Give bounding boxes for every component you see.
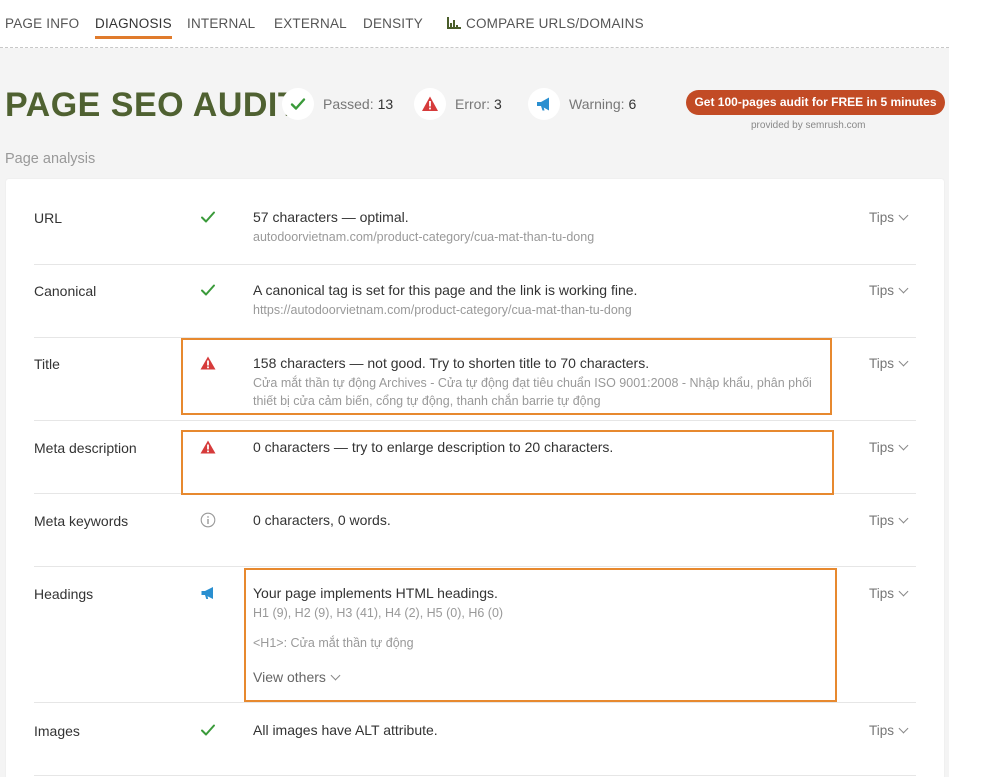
row-label: Meta keywords	[34, 513, 129, 529]
row-main-text: 0 characters — try to enlarge descriptio…	[253, 439, 614, 455]
chevron-down-icon	[898, 283, 909, 294]
tab-external[interactable]: EXTERNAL	[274, 16, 347, 31]
chevron-down-icon	[898, 440, 909, 451]
row-main-text: Your page implements HTML headings.	[253, 585, 498, 601]
page-title: PAGE SEO AUDIT	[5, 86, 300, 124]
chevron-down-icon	[898, 723, 909, 734]
analysis-row-meta-keywords: Meta keywords 0 characters, 0 words. Tip…	[34, 493, 916, 566]
analysis-row-headings: Headings Your page implements HTML headi…	[34, 566, 916, 702]
tips-toggle[interactable]: Tips	[869, 440, 909, 455]
row-main-text: A canonical tag is set for this page and…	[253, 282, 638, 298]
row-sub-text: thiết bị cửa cảm biến, cổng tự động, tha…	[253, 394, 601, 408]
warning-count: 6	[628, 96, 637, 112]
row-main-text: 57 characters — optimal.	[253, 209, 409, 225]
row-sub-text: H1 (9), H2 (9), H3 (41), H4 (2), H5 (0),…	[253, 606, 504, 620]
passed-stat-icon	[282, 88, 314, 120]
tips-toggle[interactable]: Tips	[869, 210, 909, 225]
megaphone-icon	[537, 97, 549, 111]
warning-stat-icon	[528, 88, 560, 120]
h1-text: <H1>: Cửa mắt thần tự động	[253, 636, 414, 650]
row-label: Meta description	[34, 440, 137, 456]
section-label: Page analysis	[5, 151, 96, 167]
check-icon	[201, 284, 215, 296]
analysis-row-images: Images All images have ALT attribute. Ti…	[34, 702, 916, 775]
error-stat-icon	[414, 88, 446, 120]
row-main-text: 158 characters — not good. Try to shorte…	[253, 355, 650, 371]
tab-density[interactable]: DENSITY	[363, 16, 423, 31]
tab-internal[interactable]: INTERNAL	[187, 16, 255, 31]
info-icon	[200, 512, 216, 528]
chevron-down-icon	[898, 513, 909, 524]
tab-diagnosis[interactable]: DIAGNOSIS	[95, 16, 172, 39]
tab-compare-urls[interactable]: COMPARE URLS/DOMAINS	[447, 16, 644, 31]
error-triangle-icon	[200, 440, 216, 454]
analysis-row-meta-description: Meta description 0 characters — try to e…	[34, 420, 916, 493]
provided-by-link[interactable]: provided by semrush.com	[751, 120, 866, 131]
row-label: Canonical	[34, 283, 97, 299]
analysis-row-url: URL 57 characters — optimal. autodoorvie…	[34, 179, 916, 264]
check-icon	[290, 98, 306, 110]
analysis-row-title: Title 158 characters — not good. Try to …	[34, 337, 916, 420]
warning-stat: Warning: 6	[569, 96, 637, 112]
tab-page-info[interactable]: PAGE INFO	[5, 16, 79, 31]
seo-audit-panel: PAGE INFO DIAGNOSIS INTERNAL EXTERNAL DE…	[0, 0, 949, 777]
analysis-card: URL 57 characters — optimal. autodoorvie…	[6, 179, 944, 777]
row-main-text: All images have ALT attribute.	[253, 722, 438, 738]
row-main-text: 0 characters, 0 words.	[253, 512, 391, 528]
free-audit-button[interactable]: Get 100-pages audit for FREE in 5 minute…	[686, 90, 945, 115]
passed-stat: Passed: 13	[323, 96, 394, 112]
row-label: Headings	[34, 586, 94, 602]
bar-chart-icon	[447, 17, 461, 29]
tips-toggle[interactable]: Tips	[869, 283, 909, 298]
row-sub-text: https://autodoorvietnam.com/product-cate…	[253, 303, 632, 317]
tab-compare-urls-label: COMPARE URLS/DOMAINS	[466, 16, 644, 31]
megaphone-icon	[201, 587, 213, 599]
row-divider	[34, 775, 916, 776]
chevron-down-icon	[898, 356, 909, 367]
tips-toggle[interactable]: Tips	[869, 586, 909, 601]
error-stat: Error: 3	[455, 96, 502, 112]
top-nav: PAGE INFO DIAGNOSIS INTERNAL EXTERNAL DE…	[0, 0, 949, 48]
row-label: Images	[34, 723, 80, 739]
chevron-down-icon	[898, 210, 909, 221]
chevron-down-icon	[898, 586, 909, 597]
tips-toggle[interactable]: Tips	[869, 356, 909, 371]
check-icon	[201, 724, 215, 736]
check-icon	[201, 211, 215, 223]
row-sub-text: Cửa mắt thần tự động Archives - Cửa tự đ…	[253, 376, 812, 390]
tips-toggle[interactable]: Tips	[869, 513, 909, 528]
tips-toggle[interactable]: Tips	[869, 723, 909, 738]
error-triangle-icon	[200, 356, 216, 370]
row-label: URL	[34, 210, 63, 226]
view-others-toggle[interactable]: View others	[253, 669, 341, 685]
chevron-down-icon	[330, 670, 341, 681]
error-triangle-icon	[422, 96, 438, 111]
row-sub-text: autodoorvietnam.com/product-category/cua…	[253, 230, 595, 244]
row-label: Title	[34, 356, 60, 372]
analysis-row-canonical: Canonical A canonical tag is set for thi…	[34, 264, 916, 337]
error-count: 3	[494, 96, 502, 112]
passed-count: 13	[377, 96, 394, 112]
